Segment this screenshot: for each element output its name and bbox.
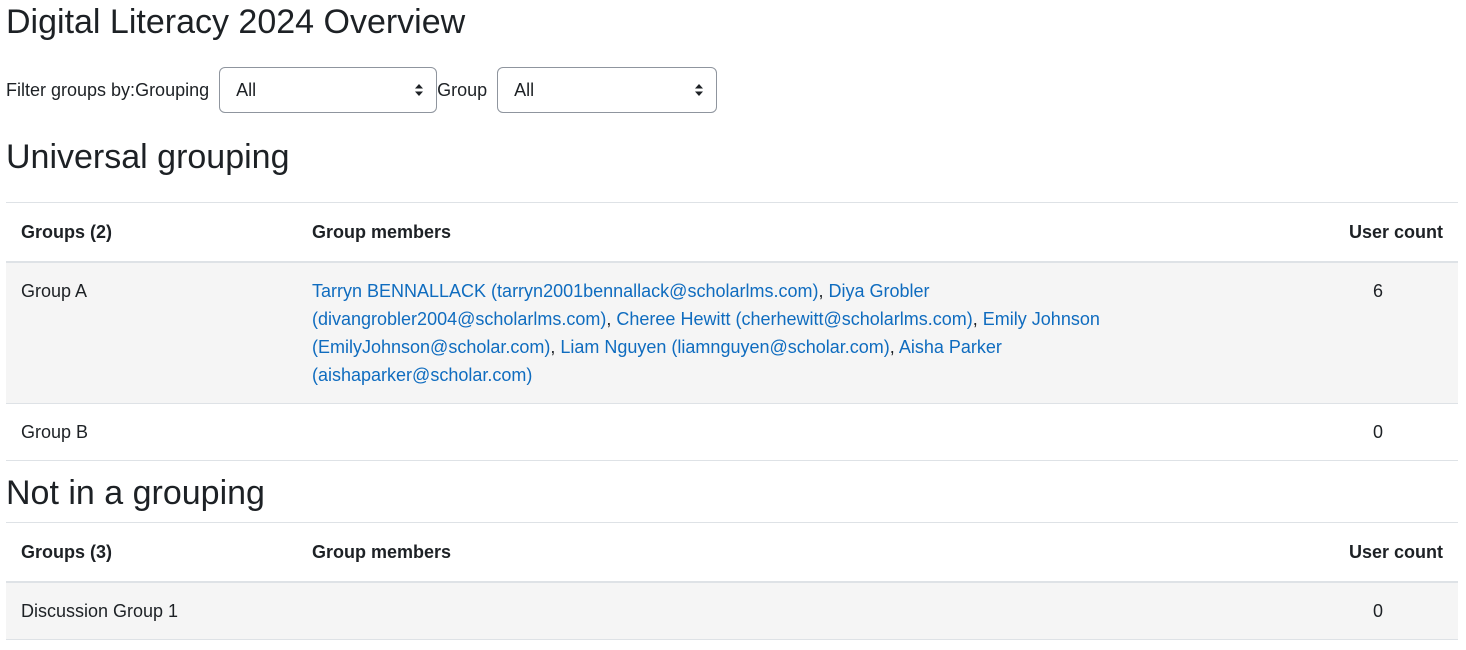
- member-link[interactable]: Cheree Hewitt (cherhewitt@scholarlms.com…: [616, 309, 972, 329]
- member-link[interactable]: Liam Nguyen (liamnguyen@scholar.com): [560, 337, 889, 357]
- section-title-not-in-a-grouping: Not in a grouping: [6, 474, 265, 512]
- user-count: 0: [1298, 403, 1458, 461]
- table-header-row: Groups (3) Group members User count: [6, 522, 1458, 583]
- filter-row: Filter groups by: Grouping All Group All: [6, 67, 718, 113]
- group-label: Group: [437, 79, 488, 100]
- group-select-value: All: [514, 79, 535, 100]
- user-count: 6: [1298, 262, 1458, 404]
- member-link[interactable]: Tarryn BENNALLACK (tarryn2001bennallack@…: [312, 281, 818, 301]
- table-row: Discussion Group 1 0: [6, 582, 1458, 640]
- table-header-row: Groups (2) Group members User count: [6, 202, 1458, 263]
- page-title: Digital Literacy 2024 Overview: [6, 3, 466, 41]
- column-header-members: Group members: [297, 202, 1298, 263]
- group-members: Tarryn BENNALLACK (tarryn2001bennallack@…: [297, 262, 1298, 404]
- column-header-members: Group members: [297, 522, 1298, 583]
- group-name: Discussion Group 1: [6, 582, 297, 640]
- sort-caret-icon: [695, 84, 704, 96]
- table-row: Group A Tarryn BENNALLACK (tarryn2001ben…: [6, 262, 1458, 404]
- table-row: Group B 0: [6, 403, 1458, 461]
- user-count: 0: [1298, 582, 1458, 640]
- page: Digital Literacy 2024 Overview Filter gr…: [0, 0, 1466, 650]
- column-header-groups: Groups (2): [6, 202, 297, 263]
- group-name: Group A: [6, 262, 297, 404]
- section-title-universal-grouping: Universal grouping: [6, 138, 290, 176]
- grouping-select[interactable]: All: [219, 67, 438, 113]
- column-header-groups: Groups (3): [6, 522, 297, 583]
- sort-caret-icon: [415, 84, 424, 96]
- column-header-user-count: User count: [1298, 522, 1458, 583]
- grouping-select-value: All: [236, 79, 257, 100]
- filter-prefix-label: Filter groups by:: [6, 79, 136, 100]
- groups-table-not-in-a-grouping: Groups (3) Group members User count Disc…: [6, 522, 1458, 640]
- column-header-user-count: User count: [1298, 202, 1458, 263]
- group-select[interactable]: All: [497, 67, 718, 113]
- group-name: Group B: [6, 403, 297, 461]
- groups-table-universal-grouping: Groups (2) Group members User count Grou…: [6, 202, 1458, 461]
- grouping-label: Grouping: [135, 79, 210, 100]
- group-members: [297, 403, 1298, 461]
- group-members: [297, 582, 1298, 640]
